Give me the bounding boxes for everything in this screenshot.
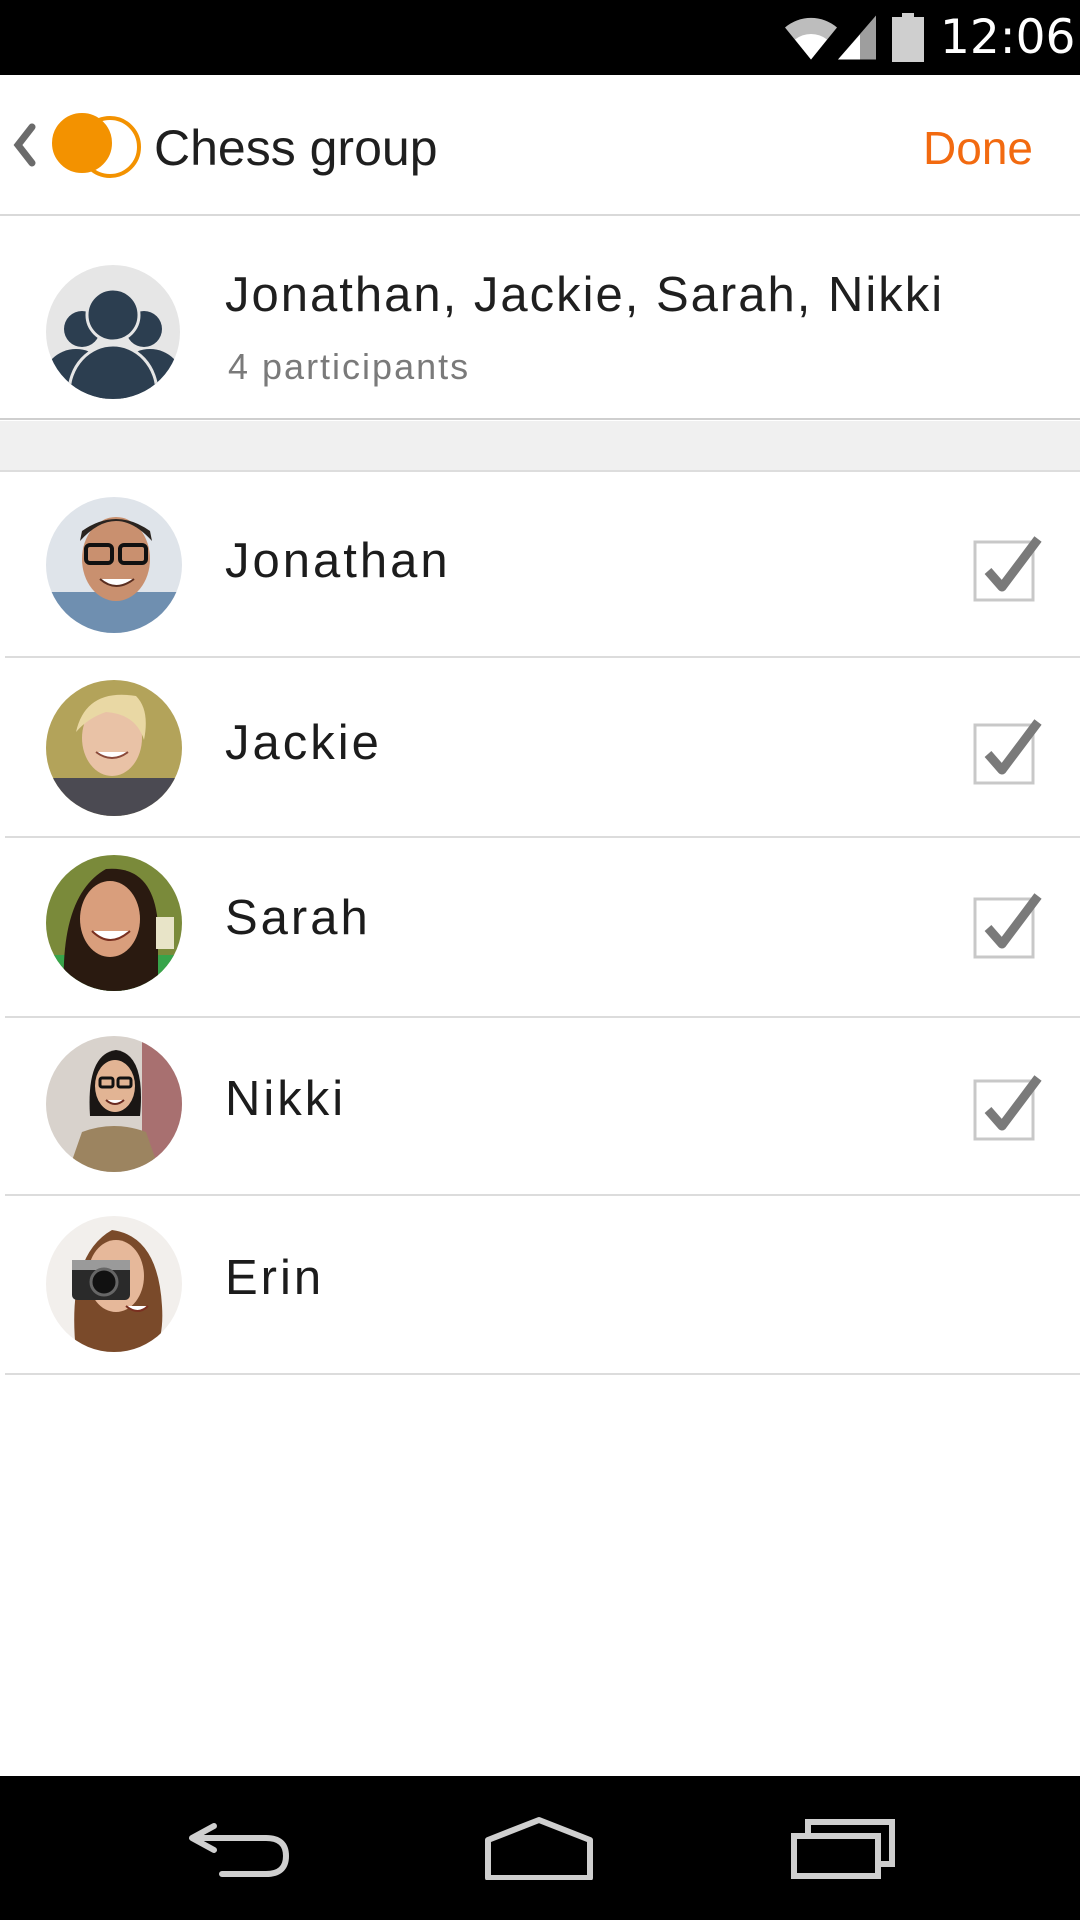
participant-name: Erin (225, 1251, 325, 1305)
done-button[interactable]: Done (923, 113, 1033, 183)
participant-name: Sarah (225, 891, 371, 945)
status-bar: 12:06 (0, 0, 1080, 75)
page-title: Chess group (154, 120, 438, 176)
section-divider (0, 421, 1080, 472)
group-names: Jonathan, Jackie, Sarah, Nikki (225, 268, 945, 322)
checkbox-checked[interactable] (972, 888, 1044, 960)
list-item-jackie[interactable]: Jackie (0, 658, 1080, 838)
app-bar: Chess group Done (0, 75, 1080, 216)
participant-count: 4 participants (228, 346, 471, 387)
row-divider (5, 1373, 1080, 1375)
list-item-sarah[interactable]: Sarah (0, 838, 1080, 1018)
nav-bar (0, 1776, 1080, 1920)
home-icon[interactable] (484, 1816, 594, 1880)
back-icon[interactable] (186, 1816, 292, 1880)
participant-name: Jonathan (225, 534, 451, 588)
status-clock: 12:06 (940, 10, 1076, 65)
chevron-left-icon[interactable] (10, 119, 38, 171)
app-logo-icon (52, 113, 141, 178)
group-header: Jonathan, Jackie, Sarah, Nikki 4 partici… (0, 217, 1080, 420)
list-item-nikki[interactable]: Nikki (0, 1018, 1080, 1196)
battery-icon (892, 13, 924, 62)
avatar (46, 1036, 182, 1172)
signal-icon (838, 15, 876, 60)
screen: 12:06 Chess group Done Jonathan, Jackie,… (0, 0, 1080, 1920)
list-item-erin[interactable]: Erin (0, 1196, 1080, 1375)
participant-name: Nikki (225, 1072, 347, 1126)
wifi-icon (785, 17, 837, 60)
checkbox-checked[interactable] (972, 714, 1044, 786)
list-item-jonathan[interactable]: Jonathan (0, 473, 1080, 658)
avatar (46, 680, 182, 816)
participant-name: Jackie (225, 716, 382, 770)
checkbox-checked[interactable] (972, 1070, 1044, 1142)
avatar (46, 1216, 182, 1352)
group-avatar-icon (46, 265, 180, 399)
avatar (46, 497, 182, 633)
recents-icon[interactable] (790, 1816, 896, 1880)
checkbox-checked[interactable] (972, 531, 1044, 603)
avatar (46, 855, 182, 991)
